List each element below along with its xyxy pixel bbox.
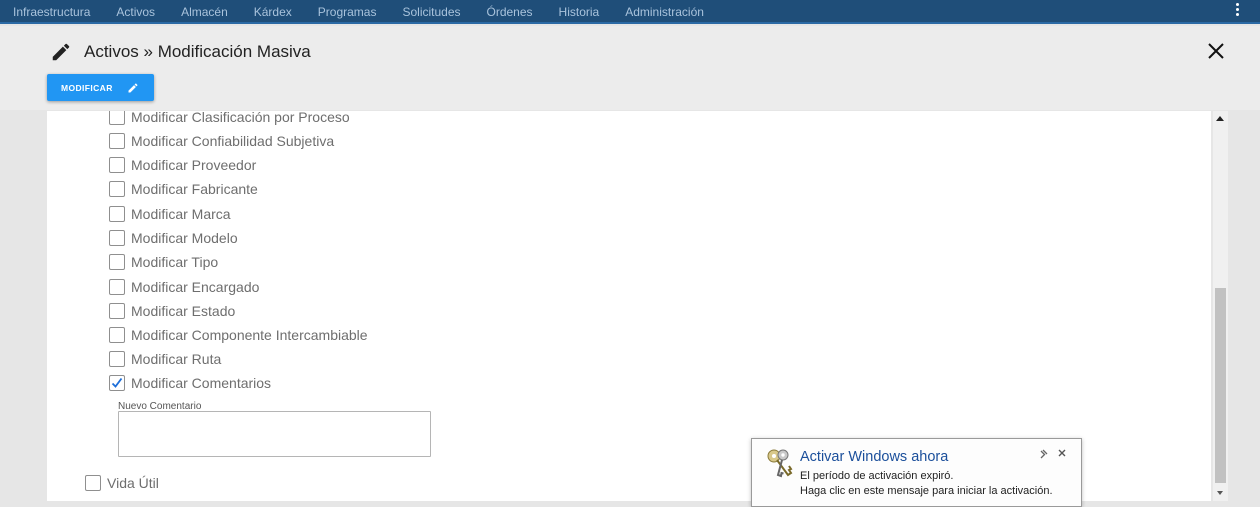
option-row[interactable]: Modificar Fabricante [109, 179, 258, 199]
option-label: Modificar Marca [131, 206, 231, 222]
nav-item-infraestructura[interactable]: Infraestructura [13, 5, 90, 19]
nav-item-programas[interactable]: Programas [318, 5, 377, 19]
toast-title: Activar Windows ahora [800, 449, 949, 465]
toast-message-line-2: Haga clic en este mensaje para iniciar l… [800, 485, 1053, 497]
scrollbar-thumb[interactable] [1215, 288, 1226, 483]
option-label: Modificar Confiabilidad Subjetiva [131, 133, 335, 149]
vida-util-label: Vida Útil [107, 475, 159, 491]
option-row[interactable]: Modificar Estado [109, 301, 235, 321]
keys-icon [767, 449, 793, 478]
option-checkbox[interactable] [109, 111, 125, 125]
option-label: Modificar Encargado [131, 279, 260, 295]
modificar-button-label: MODIFICAR [61, 82, 113, 93]
nav-item-ordenes[interactable]: Órdenes [487, 5, 533, 19]
option-row[interactable]: Modificar Ruta [109, 349, 221, 369]
option-checkbox[interactable] [109, 279, 125, 295]
toast-close-icon[interactable] [1057, 448, 1067, 458]
close-icon[interactable] [1205, 40, 1227, 62]
option-row[interactable]: Modificar Modelo [109, 228, 238, 248]
option-checkbox[interactable] [109, 230, 125, 246]
page-title: Activos » Modificación Masiva [84, 42, 311, 61]
main-menu: Infraestructura Activos Almacén Kárdex P… [0, 0, 717, 24]
nav-item-administracion[interactable]: Administración [625, 5, 704, 19]
option-row[interactable]: Modificar Componente Intercambiable [109, 325, 368, 345]
pencil-icon [52, 43, 70, 61]
option-checkbox-checked[interactable] [109, 375, 125, 391]
toast-message-line-1: El período de activación expiró. [800, 470, 954, 482]
option-checkbox[interactable] [109, 181, 125, 197]
option-label: Modificar Comentarios [131, 375, 272, 391]
option-row[interactable]: Modificar Marca [109, 204, 231, 224]
option-label: Modificar Proveedor [131, 157, 257, 173]
option-label: Modificar Fabricante [131, 181, 258, 197]
option-label: Modificar Tipo [131, 254, 219, 270]
option-checkbox[interactable] [109, 157, 125, 173]
option-row[interactable]: Modificar Encargado [109, 277, 259, 297]
option-row[interactable]: Modificar Clasificación por Proceso [109, 111, 350, 127]
nav-item-almacen[interactable]: Almacén [181, 5, 228, 19]
checkmark-icon [111, 377, 123, 388]
option-row[interactable]: Modificar Comentarios [109, 373, 271, 393]
scroll-down-arrow-icon[interactable] [1217, 491, 1223, 495]
option-label: Modificar Componente Intercambiable [131, 327, 368, 343]
option-checkbox[interactable] [109, 351, 125, 367]
option-checkbox[interactable] [109, 254, 125, 270]
option-checkbox[interactable] [109, 303, 125, 319]
option-row[interactable]: Modificar Tipo [109, 252, 218, 272]
dialog-header: Activos » Modificación Masiva [0, 26, 1260, 110]
vida-util-row[interactable]: Vida Útil [85, 473, 159, 493]
option-checkbox[interactable] [109, 133, 125, 149]
nav-item-kardex[interactable]: Kárdex [254, 5, 292, 19]
option-label: Modificar Ruta [131, 351, 222, 367]
vertical-scrollbar[interactable] [1213, 111, 1228, 501]
nav-item-solicitudes[interactable]: Solicitudes [402, 5, 460, 19]
nav-item-historia[interactable]: Historia [559, 5, 600, 19]
option-row[interactable]: Modificar Confiabilidad Subjetiva [109, 131, 334, 151]
option-label: Modificar Clasificación por Proceso [131, 111, 350, 125]
pencil-icon [128, 82, 138, 92]
vida-util-checkbox[interactable] [85, 475, 101, 491]
option-label: Modificar Estado [131, 303, 236, 319]
comment-textarea[interactable] [118, 411, 431, 457]
nav-item-activos[interactable]: Activos [116, 5, 155, 19]
modificar-button[interactable]: MODIFICAR [47, 74, 154, 101]
scroll-up-arrow-icon[interactable] [1216, 116, 1224, 121]
more-vert-icon[interactable] [1234, 3, 1240, 21]
option-row[interactable]: Modificar Proveedor [109, 155, 256, 175]
option-checkbox[interactable] [109, 327, 125, 343]
pin-icon[interactable] [1039, 449, 1049, 459]
option-checkbox[interactable] [109, 206, 125, 222]
windows-activation-toast[interactable]: Activar Windows ahora El período de acti… [751, 438, 1082, 507]
option-label: Modificar Modelo [131, 230, 238, 246]
top-navigation-bar: Infraestructura Activos Almacén Kárdex P… [0, 0, 1260, 24]
title-row: Activos » Modificación Masiva [50, 38, 311, 66]
